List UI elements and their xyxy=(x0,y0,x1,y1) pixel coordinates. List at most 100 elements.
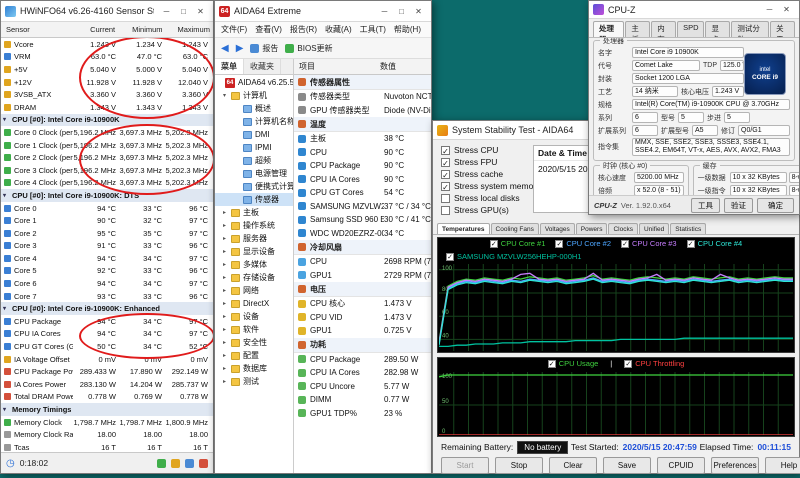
checkbox-checked-icon[interactable]: ✓ xyxy=(547,359,556,368)
checkbox-checked-icon[interactable]: ✓ xyxy=(555,239,564,248)
hwinfo-sensor-row[interactable]: IA Voltage Offset 0 mV 0 mV 0 mV xyxy=(1,353,213,366)
checkbox-icon[interactable] xyxy=(441,205,450,215)
collapse-arrow-icon[interactable]: ▾ xyxy=(3,192,12,199)
hwinfo-sensor-row[interactable]: Core 6 94 °C 34 °C 97 °C xyxy=(1,277,213,290)
hwinfo-sensor-row[interactable]: Memory Clock 1,798.7 MHz 1,798.7 MHz 1,800.… xyxy=(1,416,213,429)
sensor-section-header[interactable]: 功耗 xyxy=(294,337,431,353)
tab-unified[interactable]: Unified xyxy=(638,223,670,234)
sensor-grid-row[interactable]: GPU1 TDP% 23 % xyxy=(294,407,431,421)
panel-tab-0[interactable]: 菜单 xyxy=(215,59,244,74)
sensor-grid-row[interactable]: CPU GT Cores 54 °C xyxy=(294,186,431,200)
tree-item-22[interactable]: ▸ 数据库 xyxy=(215,362,293,375)
collapse-arrow-icon[interactable]: ▾ xyxy=(3,305,12,312)
tree-expander-icon[interactable]: ▸ xyxy=(223,274,231,281)
tree-item-8[interactable]: 便携式计算机 xyxy=(215,180,293,193)
tree-item-4[interactable]: DMI xyxy=(215,128,293,141)
tree-item-7[interactable]: 电源管理 xyxy=(215,167,293,180)
sensor-grid-row[interactable]: Samsung SSD 960 EVO 250GB30 °C / 41 °C xyxy=(294,213,431,227)
checkbox-icon[interactable]: ✓ xyxy=(441,169,450,180)
hwinfo-sensor-row[interactable]: Core 0 Clock (perf #1)5,196.2 MHz3,697.3… xyxy=(1,126,213,139)
sensor-grid-row[interactable]: CPU Package 289.50 W xyxy=(294,353,431,367)
tree-expander-icon[interactable]: ▸ xyxy=(223,365,231,372)
sensor-grid-row[interactable]: GPU1 0.725 V xyxy=(294,324,431,338)
sensor-section-header[interactable]: 电压 xyxy=(294,282,431,297)
tree-expander-icon[interactable]: ▸ xyxy=(223,300,231,307)
minimize-icon[interactable]: ─ xyxy=(376,4,393,19)
cpuid-button[interactable]: CPUID xyxy=(657,457,705,474)
sensor-grid-row[interactable]: CPU 90 °C xyxy=(294,146,431,160)
tree-item-19[interactable]: ▸ 软件 xyxy=(215,323,293,336)
save-button[interactable]: Save xyxy=(603,457,651,474)
hwinfo-sensor-row[interactable]: IA Cores Power 283.130 W 14.204 W 285.737 W xyxy=(1,378,213,391)
hwinfo-sensor-row[interactable]: Core 4 Clock (perf #5)5,196.2 MHz3,697.3… xyxy=(1,177,213,190)
tree-expander-icon[interactable]: ▾ xyxy=(223,92,231,99)
checkbox-checked-icon[interactable]: ✓ xyxy=(446,252,454,261)
collapse-arrow-icon[interactable]: ▾ xyxy=(3,116,12,123)
hwinfo-sensor-row[interactable]: Memory Clock Ratio 18.00 18.00 18.00 xyxy=(1,428,213,441)
tab-temperatures[interactable]: Temperatures xyxy=(437,223,490,234)
tree-item-17[interactable]: ▸ DirectX xyxy=(215,297,293,310)
reset-values-icon[interactable] xyxy=(199,458,208,468)
hwinfo-sensor-row[interactable]: VRM 63.0 °C 47.0 °C 63.0 °C xyxy=(1,51,213,64)
sensor-grid-row[interactable]: SAMSUNG MZVLW256HEHP-000H137 °C / 34 °C xyxy=(294,200,431,214)
tree-expander-icon[interactable]: ▸ xyxy=(223,378,231,385)
hwinfo-group-header[interactable]: ▾ Memory Timings xyxy=(1,403,213,416)
tree-item-18[interactable]: ▸ 设备 xyxy=(215,310,293,323)
cpuz-tab-6[interactable]: 关于 xyxy=(770,21,795,44)
cpuz-tab-5[interactable]: 测试分数 xyxy=(731,21,770,44)
tree-item-2[interactable]: 概述 xyxy=(215,102,293,115)
panel-tab-1[interactable]: 收藏夹 xyxy=(244,59,281,74)
forward-icon[interactable]: ▶ xyxy=(236,43,244,54)
sensor-section-header[interactable]: 传感器属性 xyxy=(294,75,431,90)
sensor-grid-row[interactable]: 主板 38 °C xyxy=(294,132,431,146)
menu-item-1[interactable]: 查看(V) xyxy=(255,24,282,35)
hwinfo-sensor-row[interactable]: +12V 11.928 V 11.928 V 12.040 V xyxy=(1,76,213,89)
back-icon[interactable]: ◀ xyxy=(221,43,229,54)
legend-item[interactable]: ✓ CPU Core #1 xyxy=(489,239,545,248)
tree-item-13[interactable]: ▸ 显示设备 xyxy=(215,245,293,258)
legend-item[interactable]: ✓ CPU Throttling xyxy=(624,359,684,368)
clear-button[interactable]: Clear xyxy=(549,457,597,474)
tree-item-21[interactable]: ▸ 配置 xyxy=(215,349,293,362)
checkbox-checked-icon[interactable]: ✓ xyxy=(686,239,695,248)
sensor-grid-row[interactable]: CPU Uncore 5.77 W xyxy=(294,380,431,394)
sensor-section-header[interactable]: 温度 xyxy=(294,117,431,132)
ok-button[interactable]: 确定 xyxy=(757,197,794,213)
help-button[interactable]: Help xyxy=(765,457,800,474)
close-icon[interactable]: ✕ xyxy=(778,2,795,17)
sensor-grid-row[interactable]: 传感器类型 Nuvoton NCT6798D (ISA 290h) xyxy=(294,90,431,104)
start-button[interactable]: Start xyxy=(441,457,489,474)
tab-powers[interactable]: Powers xyxy=(575,223,608,234)
tree-expander-icon[interactable]: ▸ xyxy=(223,248,231,255)
aida64-window[interactable]: 64 AIDA64 Extreme ─ □ ✕ 文件(F) 查看(V) 报告(R) 收藏(… xyxy=(214,0,432,474)
menu-item-4[interactable]: 工具(T) xyxy=(360,24,386,35)
tab-clocks[interactable]: Clocks xyxy=(608,223,638,234)
stop-button[interactable]: Stop xyxy=(495,457,543,474)
tab-cooling-fans[interactable]: Cooling Fans xyxy=(490,223,539,234)
sensor-grid-row[interactable]: GPU 传感器类型 Diode (NV-Diode) xyxy=(294,104,431,118)
hwinfo-sensor-row[interactable]: 3VSB_ATX 3.360 V 3.360 V 3.360 V xyxy=(1,88,213,101)
hwinfo-sensor-row[interactable]: CPU GT Cores (Graphics) 50 °C 34 °C 52 °C xyxy=(1,340,213,353)
hwinfo-sensor-row[interactable]: Core 3 91 °C 33 °C 96 °C xyxy=(1,240,213,253)
close-icon[interactable]: ✕ xyxy=(192,4,209,19)
cpuz-tab-0[interactable]: 处理器 xyxy=(593,21,625,44)
hwinfo-window[interactable]: HWiNFO64 v6.26-4160 Sensor Status ─□✕ Se… xyxy=(0,0,214,474)
tree-item-5[interactable]: IPMI xyxy=(215,141,293,154)
hwinfo-sensor-row[interactable]: Core 2 Clock (perf #3)5,196.2 MHz3,697.3… xyxy=(1,151,213,164)
hwinfo-sensor-row[interactable]: Core 0 94 °C 33 °C 96 °C xyxy=(1,202,213,215)
hwinfo-sensor-row[interactable]: +5V 5.040 V 5.000 V 5.040 V xyxy=(1,63,213,76)
tree-item-10[interactable]: ▸ 主板 xyxy=(215,206,293,219)
cpuz-window[interactable]: CPU-Z ─✕ 处理器主板内存SPD显卡测试分数关于 处理器 intel CO… xyxy=(588,0,800,215)
tree-expander-icon[interactable]: ▸ xyxy=(223,352,231,359)
validate-button[interactable]: 验证 xyxy=(724,197,753,213)
tree-item-15[interactable]: ▸ 存储设备 xyxy=(215,271,293,284)
column-header-current[interactable]: Current xyxy=(71,25,118,34)
cpuz-titlebar[interactable]: CPU-Z ─ ✕ xyxy=(589,1,799,19)
menu-item-3[interactable]: 收藏(A) xyxy=(325,24,352,35)
collapse-arrow-icon[interactable]: ▾ xyxy=(3,406,12,413)
menu-item-2[interactable]: 报告(R) xyxy=(290,24,317,35)
report-icon[interactable] xyxy=(185,458,194,468)
sensor-grid-row[interactable]: CPU IA Cores 282.98 W xyxy=(294,366,431,380)
sensor-grid-row[interactable]: CPU 核心 1.473 V xyxy=(294,297,431,311)
sensor-grid-row[interactable]: GPU1 2729 RPM (73%) xyxy=(294,269,431,283)
